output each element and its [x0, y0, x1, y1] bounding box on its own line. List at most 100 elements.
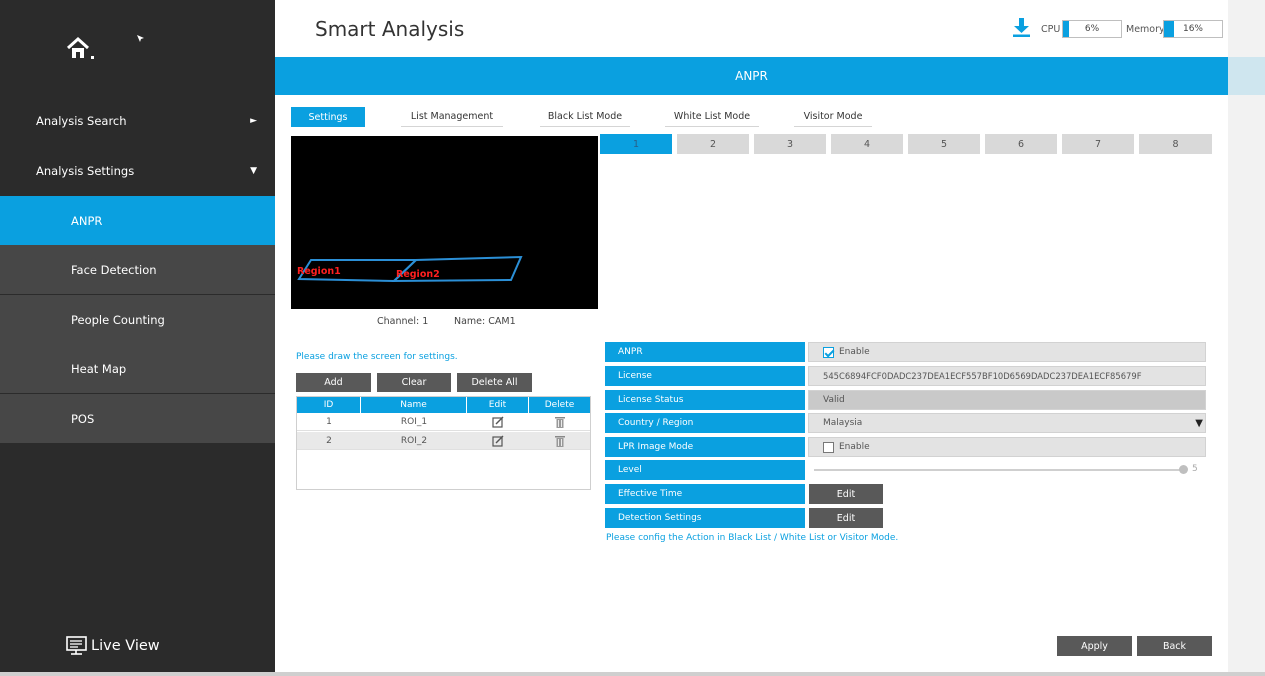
channel-tab-1[interactable]: 1	[600, 134, 672, 154]
sidebar-item-label: Analysis Search	[36, 113, 127, 128]
tab-settings[interactable]: Settings	[291, 107, 365, 127]
region-overlay	[297, 255, 523, 283]
anpr-enable-checkbox[interactable]: Enable	[808, 342, 1206, 362]
tab-list-management[interactable]: List Management	[401, 107, 503, 127]
col-delete: Delete	[544, 400, 575, 410]
channel-tab-4[interactable]: 4	[831, 134, 903, 154]
tab-visitor-mode[interactable]: Visitor Mode	[794, 107, 872, 127]
sidebar-item-label: ANPR	[71, 213, 103, 228]
sidebar-item-analysis-settings[interactable]: Analysis Settings ▼	[0, 146, 275, 195]
live-view-button[interactable]: Live View	[66, 636, 160, 656]
channel-tab-7[interactable]: 7	[1062, 134, 1134, 154]
section-banner: ANPR	[275, 57, 1228, 95]
apply-button[interactable]: Apply	[1057, 636, 1132, 656]
bottom-edge	[0, 672, 1265, 676]
video-preview[interactable]: Region1 Region2	[291, 136, 598, 309]
level-value: 5	[1192, 464, 1198, 474]
clear-button[interactable]: Clear	[377, 373, 451, 392]
level-slider-handle[interactable]	[1179, 465, 1188, 474]
level-slider[interactable]	[814, 469, 1184, 471]
name-caption: Name: CAM1	[454, 316, 516, 327]
license-label: License	[605, 366, 805, 386]
delete-all-button[interactable]: Delete All	[457, 373, 532, 392]
effective-time-edit-button[interactable]: Edit	[809, 484, 883, 504]
row-id: 2	[326, 435, 332, 446]
channel-tab-6[interactable]: 6	[985, 134, 1057, 154]
detection-settings-edit-button[interactable]: Edit	[809, 508, 883, 528]
sidebar-item-face-detection[interactable]: Face Detection	[0, 245, 275, 294]
lpr-enable-label: Enable	[839, 442, 870, 452]
lpr-enable-checkbox[interactable]: Enable	[808, 437, 1206, 457]
table-row[interactable]: 1 ROI_1	[297, 413, 590, 431]
lpr-image-mode-label: LPR Image Mode	[605, 437, 805, 457]
license-field[interactable]: 545C6894FCF0DADC237DEA1ECF557BF10D6569DA…	[808, 366, 1206, 386]
add-button[interactable]: Add	[296, 373, 371, 392]
channel-caption: Channel: 1	[377, 316, 429, 327]
sidebar-item-label: Analysis Settings	[36, 163, 135, 178]
anpr-enable-label: Enable	[839, 347, 870, 357]
table-row[interactable]: 2 ROI_2	[297, 432, 590, 450]
memory-meter: 16%	[1163, 20, 1223, 38]
app-window: Analysis Search ► Analysis Settings ▼ AN…	[0, 0, 1265, 676]
country-region-value: Malaysia	[823, 418, 863, 428]
memory-value: 16%	[1182, 24, 1203, 34]
license-status-value: Valid	[808, 390, 1206, 410]
sidebar-item-label: Heat Map	[71, 361, 127, 376]
level-label: Level	[605, 460, 805, 480]
memory-label: Memory	[1126, 24, 1165, 35]
sidebar: Analysis Search ► Analysis Settings ▼ AN…	[0, 0, 275, 672]
config-hint: Please config the Action in Black List /…	[606, 533, 899, 543]
row-name: ROI_1	[400, 416, 428, 427]
row-name: ROI_2	[400, 435, 428, 446]
sidebar-item-people-counting[interactable]: People Counting	[0, 295, 275, 344]
license-status-label: License Status	[605, 390, 805, 410]
dropdown-arrow-icon: ▼	[1195, 417, 1203, 429]
cpu-label: CPU	[1041, 24, 1061, 35]
triangle-down-icon: ▼	[250, 165, 257, 176]
country-region-label: Country / Region	[605, 413, 805, 433]
channel-tab-8[interactable]: 8	[1139, 134, 1212, 154]
detection-settings-label: Detection Settings	[605, 508, 805, 528]
home-icon[interactable]	[65, 36, 95, 60]
cpu-meter: 6%	[1062, 20, 1122, 38]
channel-tab-3[interactable]: 3	[754, 134, 826, 154]
cpu-value: 6%	[1084, 24, 1100, 34]
channel-tab-5[interactable]: 5	[908, 134, 980, 154]
sidebar-item-label: POS	[71, 411, 95, 426]
page-title: Smart Analysis	[315, 17, 465, 41]
channel-tab-2[interactable]: 2	[677, 134, 749, 154]
live-view-label: Live View	[91, 638, 160, 654]
sidebar-item-label: Face Detection	[71, 262, 157, 277]
draw-hint: Please draw the screen for settings.	[296, 352, 458, 362]
edit-icon[interactable]	[467, 413, 529, 430]
checkbox-checked-icon	[823, 346, 834, 358]
cursor-icon	[137, 35, 144, 42]
region2-label: Region2	[396, 269, 440, 280]
effective-time-label: Effective Time	[605, 484, 805, 504]
download-icon[interactable]	[1013, 18, 1030, 37]
roi-table-header: ID Name Edit Delete	[297, 397, 590, 413]
sidebar-item-heat-map[interactable]: Heat Map	[0, 344, 275, 393]
sidebar-item-pos[interactable]: POS	[0, 394, 275, 443]
region1-label: Region1	[297, 266, 341, 277]
tab-white-list-mode[interactable]: White List Mode	[665, 107, 759, 127]
checkbox-unchecked-icon	[823, 441, 834, 453]
monitor-icon	[66, 636, 87, 655]
col-edit: Edit	[467, 397, 529, 413]
trash-icon[interactable]	[529, 413, 590, 430]
triangle-right-icon: ►	[250, 115, 257, 126]
country-region-select[interactable]: Malaysia ▼	[808, 413, 1206, 433]
tab-black-list-mode[interactable]: Black List Mode	[540, 107, 630, 127]
roi-table: ID Name Edit Delete 1 ROI_1 2 ROI_2	[296, 396, 591, 490]
edit-icon[interactable]	[467, 432, 529, 449]
col-name: Name	[361, 397, 467, 413]
row-id: 1	[326, 416, 332, 427]
trash-icon[interactable]	[529, 432, 590, 449]
sidebar-item-analysis-search[interactable]: Analysis Search ►	[0, 96, 275, 145]
anpr-label: ANPR	[605, 342, 805, 362]
back-button[interactable]: Back	[1137, 636, 1212, 656]
col-id: ID	[297, 397, 361, 413]
right-edge	[1228, 0, 1265, 672]
banner-title: ANPR	[735, 69, 768, 83]
sidebar-item-anpr[interactable]: ANPR	[0, 196, 275, 245]
